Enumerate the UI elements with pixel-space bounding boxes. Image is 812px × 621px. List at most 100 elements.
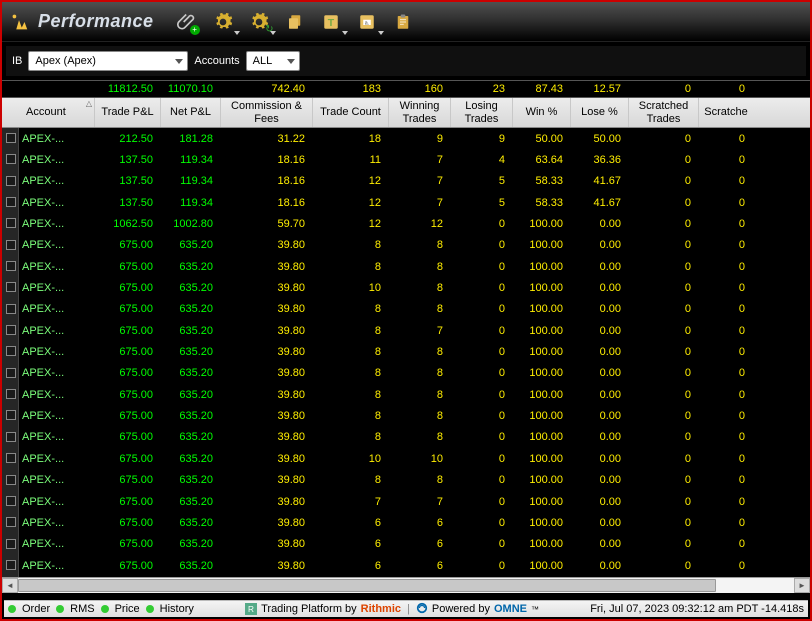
scroll-thumb[interactable] [18,579,716,592]
scroll-right-button[interactable]: ► [794,578,810,593]
attach-icon[interactable]: + [176,11,198,33]
horizontal-scrollbar[interactable]: ◄ ► [2,577,810,593]
cell-tcount: 10 [313,282,389,294]
rithmic-brand: Rithmic [361,603,401,615]
col-lose[interactable]: Losing Trades [451,98,513,127]
row-checkbox[interactable] [6,218,16,228]
table-row[interactable]: APEX-...675.00635.2039.80880100.000.0000 [2,405,810,426]
col-tcount[interactable]: Trade Count [313,98,389,127]
col-winp[interactable]: Win % [513,98,571,127]
row-checkbox[interactable] [6,496,16,506]
copy-icon[interactable] [284,11,306,33]
table-row[interactable]: APEX-...675.00635.2039.80870100.000.0000 [2,320,810,341]
cell-comm: 39.80 [221,282,313,294]
text-icon[interactable]: T [320,11,342,33]
clipboard-icon[interactable] [392,11,414,33]
table-row[interactable]: APEX-...137.50119.3418.16127558.3341.670… [2,192,810,213]
table-row[interactable]: APEX-...675.00635.2039.80660100.000.0000 [2,512,810,533]
cell-win: 8 [389,389,451,401]
cell-tcount: 11 [313,154,389,166]
scroll-track[interactable] [18,578,794,593]
table-row[interactable]: APEX-...675.00635.2039.80880100.000.0000 [2,299,810,320]
table-row[interactable]: APEX-...675.00635.2039.80880100.000.0000 [2,427,810,448]
gear2-icon[interactable]: ↻ [248,11,270,33]
cell-win: 8 [389,303,451,315]
table-row[interactable]: APEX-...675.00635.2039.80880100.000.0000 [2,470,810,491]
status-order: Order [22,603,50,615]
cell-account: APEX-... [20,218,95,230]
cell-net-pnl: 635.20 [161,303,221,315]
scroll-left-button[interactable]: ◄ [2,578,18,593]
cell-winp: 100.00 [513,389,571,401]
row-checkbox[interactable] [6,539,16,549]
row-checkbox[interactable] [6,368,16,378]
row-checkbox[interactable] [6,197,16,207]
cell-win: 7 [389,175,451,187]
table-row[interactable]: APEX-...675.00635.2039.80880100.000.0000 [2,341,810,362]
table-row[interactable]: APEX-...212.50181.2831.22189950.0050.000… [2,128,810,149]
table-row[interactable]: APEX-...1062.501002.8059.7012120100.000.… [2,213,810,234]
cell-losep: 0.00 [571,282,629,294]
cell-losep: 0.00 [571,474,629,486]
cell-losep: 50.00 [571,133,629,145]
row-checkbox[interactable] [6,432,16,442]
cell-scratchp: 0 [699,133,753,145]
row-checkbox[interactable] [6,176,16,186]
row-checkbox[interactable] [6,410,16,420]
row-checkbox[interactable] [6,282,16,292]
cell-scratchp: 0 [699,410,753,422]
col-net-pnl[interactable]: Net P&L [161,98,221,127]
cell-lose: 0 [451,431,513,443]
row-checkbox[interactable] [6,346,16,356]
cell-winp: 100.00 [513,218,571,230]
table-row[interactable]: APEX-...675.00635.2039.80660100.000.0000 [2,555,810,576]
ib-select[interactable]: Apex (Apex) [28,51,188,71]
table-row[interactable]: APEX-...675.00635.2039.80660100.000.0000 [2,534,810,555]
table-row[interactable]: APEX-...137.50119.3418.16117463.6436.360… [2,149,810,170]
row-checkbox[interactable] [6,517,16,527]
cell-net-pnl: 635.20 [161,496,221,508]
cell-scratchp: 0 [699,453,753,465]
table-header: Account△ Trade P&L Net P&L Commission & … [2,98,810,128]
col-account[interactable]: Account△ [20,98,95,127]
cell-lose: 0 [451,367,513,379]
table-row[interactable]: APEX-...675.00635.2039.80880100.000.0000 [2,235,810,256]
cell-account: APEX-... [20,261,95,273]
table-row[interactable]: APEX-...675.00635.2039.80880100.000.0000 [2,256,810,277]
table-row[interactable]: APEX-...675.00635.2039.80880100.000.0000 [2,363,810,384]
cell-scratchp: 0 [699,282,753,294]
cell-account: APEX-... [20,517,95,529]
col-scratchp[interactable]: Scratche [699,98,753,127]
row-checkbox[interactable] [6,240,16,250]
row-checkbox[interactable] [6,154,16,164]
row-checkbox[interactable] [6,560,16,570]
cell-scratched: 0 [629,538,699,550]
cell-scratchp: 0 [699,474,753,486]
cell-tcount: 8 [313,325,389,337]
cell-comm: 39.80 [221,239,313,251]
cell-win: 7 [389,325,451,337]
label-icon[interactable]: a. [356,11,378,33]
gear1-icon[interactable] [212,11,234,33]
row-checkbox[interactable] [6,325,16,335]
row-checkbox[interactable] [6,475,16,485]
col-comm[interactable]: Commission & Fees [221,98,313,127]
cell-comm: 39.80 [221,303,313,315]
col-win[interactable]: Winning Trades [389,98,451,127]
table-row[interactable]: APEX-...137.50119.3418.16127558.3341.670… [2,171,810,192]
table-row[interactable]: APEX-...675.00635.2039.80770100.000.0000 [2,491,810,512]
table-row[interactable]: APEX-...675.00635.2039.8010100100.000.00… [2,448,810,469]
cell-comm: 18.16 [221,197,313,209]
col-trade-pnl[interactable]: Trade P&L [95,98,161,127]
row-checkbox[interactable] [6,133,16,143]
row-checkbox[interactable] [6,261,16,271]
row-checkbox[interactable] [6,304,16,314]
platform-prefix: Trading Platform by [261,603,357,615]
col-scratched[interactable]: Scratched Trades [629,98,699,127]
row-checkbox[interactable] [6,389,16,399]
accounts-select[interactable]: ALL [246,51,300,71]
table-row[interactable]: APEX-...675.00635.2039.80880100.000.0000 [2,384,810,405]
table-row[interactable]: APEX-...675.00635.2039.801080100.000.000… [2,277,810,298]
col-losep[interactable]: Lose % [571,98,629,127]
row-checkbox[interactable] [6,453,16,463]
